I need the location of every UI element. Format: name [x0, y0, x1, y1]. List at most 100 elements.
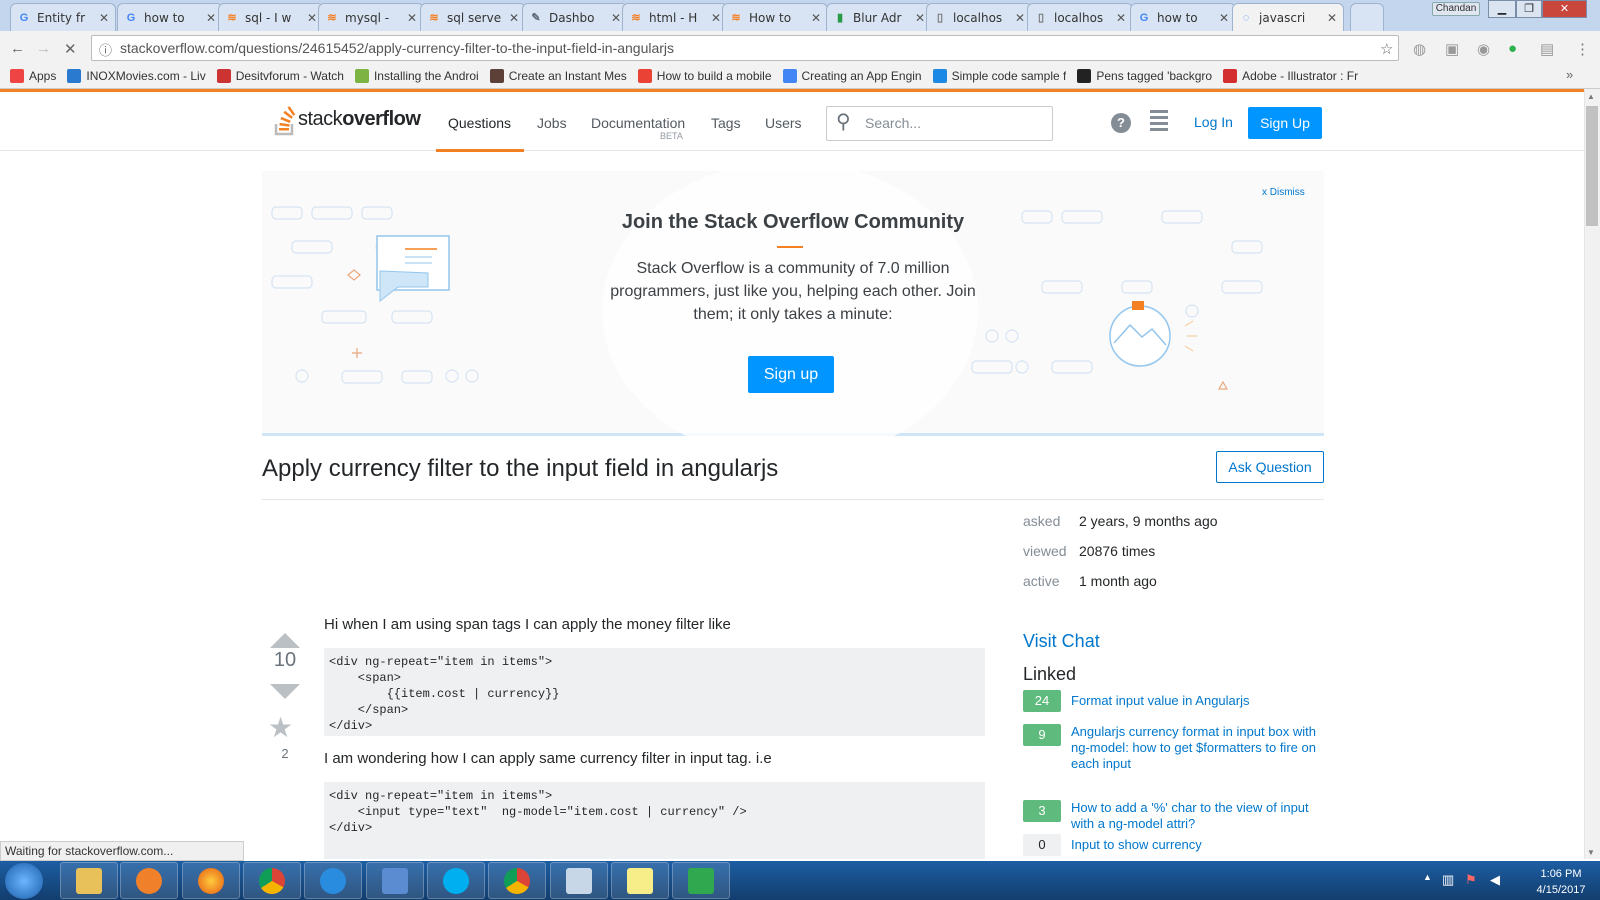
- stackoverflow-logo-text[interactable]: stackoverflow: [298, 108, 421, 131]
- stop-loading-icon[interactable]: ✕: [64, 40, 77, 58]
- linked-title[interactable]: Format input value in Angularjs: [1071, 690, 1249, 712]
- nav-questions[interactable]: Questions: [448, 115, 511, 131]
- address-url[interactable]: stackoverflow.com/questions/24615452/app…: [120, 40, 674, 56]
- action-center-icon[interactable]: ⚑: [1465, 872, 1477, 888]
- profile-button[interactable]: Chandan: [1432, 2, 1480, 16]
- network-icon[interactable]: ▥: [1442, 872, 1454, 888]
- scroll-up-arrow-icon[interactable]: ▲: [1587, 92, 1595, 101]
- nav-tags[interactable]: Tags: [711, 115, 741, 131]
- forward-icon[interactable]: →: [36, 40, 51, 57]
- bookmark-item[interactable]: How to build a mobile: [637, 69, 772, 83]
- bookmark-item[interactable]: Create an Instant Mes: [489, 69, 627, 83]
- browser-tab[interactable]: ≋ mysql - ✕: [318, 3, 424, 31]
- tab-close-icon[interactable]: ✕: [407, 11, 417, 25]
- tab-close-icon[interactable]: ✕: [206, 11, 216, 25]
- file-explorer-icon[interactable]: [60, 862, 118, 899]
- browser-tab[interactable]: ≋ sql serve ✕: [420, 3, 526, 31]
- tab-close-icon[interactable]: ✕: [1327, 11, 1337, 25]
- browser-tab[interactable]: Ghow to ✕: [117, 3, 223, 31]
- tray-expand-icon[interactable]: ▲: [1423, 872, 1432, 882]
- internet-explorer-icon[interactable]: [304, 862, 362, 899]
- camera-extension-icon[interactable]: ◉: [1477, 40, 1490, 58]
- browser-tab[interactable]: ▯ localhos ✕: [926, 3, 1032, 31]
- dismiss-link[interactable]: x Dismiss: [1262, 187, 1305, 198]
- favorite-star-icon[interactable]: ★: [268, 711, 293, 744]
- bookmark-item[interactable]: INOXMovies.com - Liv: [67, 69, 206, 83]
- scrollbar-thumb[interactable]: [1586, 106, 1598, 226]
- linked-item[interactable]: 9 Angularjs currency format in input box …: [1023, 724, 1323, 772]
- review-queue-icon[interactable]: [1150, 110, 1168, 131]
- browser-tab[interactable]: ▯ localhos ✕: [1027, 3, 1133, 31]
- help-icon[interactable]: ?: [1111, 113, 1131, 133]
- browser-tab[interactable]: ✎ Dashbo ✕: [522, 3, 628, 31]
- upvote-arrow-icon[interactable]: [270, 633, 300, 648]
- linked-title[interactable]: Angularjs currency format in input box w…: [1071, 724, 1323, 772]
- skype-icon[interactable]: [427, 862, 485, 899]
- active-value[interactable]: 1 month ago: [1079, 573, 1157, 589]
- puzzle-extension-icon[interactable]: ▤: [1540, 40, 1554, 58]
- scroll-down-arrow-icon[interactable]: ▼: [1587, 848, 1595, 857]
- tab-close-icon[interactable]: ✕: [711, 11, 721, 25]
- login-link[interactable]: Log In: [1194, 114, 1233, 130]
- bookmark-item[interactable]: Apps: [10, 69, 56, 83]
- browser-tab[interactable]: ◌ javascri ✕: [1232, 3, 1344, 32]
- visual-studio-icon[interactable]: [672, 862, 730, 899]
- chrome-active-icon[interactable]: [488, 862, 546, 899]
- signup-button[interactable]: Sign Up: [1248, 107, 1322, 139]
- maximize-button[interactable]: ❐: [1516, 0, 1542, 18]
- sticky-notes-icon[interactable]: [611, 862, 669, 899]
- info-icon[interactable]: ⓘ: [99, 40, 112, 59]
- bookmarks-overflow-icon[interactable]: »: [1566, 67, 1573, 82]
- tab-close-icon[interactable]: ✕: [811, 11, 821, 25]
- question-title[interactable]: Apply currency filter to the input field…: [262, 455, 778, 483]
- browser-tab[interactable]: G Entity fr ✕: [10, 3, 116, 31]
- tab-close-icon[interactable]: ✕: [611, 11, 621, 25]
- bookmark-item[interactable]: Creating an App Engin: [782, 69, 922, 83]
- linked-item[interactable]: 3 How to add a '%' char to the view of in…: [1023, 800, 1323, 832]
- start-button-icon[interactable]: [5, 863, 43, 899]
- linked-title[interactable]: Input to show currency: [1071, 834, 1202, 856]
- remote-desktop-icon[interactable]: [366, 862, 424, 899]
- chrome-icon[interactable]: [243, 862, 301, 899]
- browser-tab[interactable]: Ghow to ✕: [1130, 3, 1236, 31]
- tab-close-icon[interactable]: ✕: [1219, 11, 1229, 25]
- globe-extension-icon[interactable]: ◍: [1413, 40, 1426, 58]
- tab-close-icon[interactable]: ✕: [509, 11, 519, 25]
- grammarly-extension-icon[interactable]: ▣: [1445, 40, 1459, 58]
- browser-tab[interactable]: ▮ Blur Adr ✕: [826, 3, 932, 31]
- chat-extension-icon[interactable]: ●: [1508, 40, 1517, 57]
- ask-question-button[interactable]: Ask Question: [1216, 451, 1324, 483]
- menu-icon[interactable]: ⋮: [1575, 40, 1590, 58]
- linked-title[interactable]: How to add a '%' char to the view of inp…: [1071, 800, 1323, 832]
- visit-chat-link[interactable]: Visit Chat: [1023, 631, 1100, 652]
- back-icon[interactable]: ←: [10, 40, 25, 57]
- firefox-icon[interactable]: [182, 862, 240, 899]
- nav-users[interactable]: Users: [765, 115, 802, 131]
- downvote-arrow-icon[interactable]: [270, 684, 300, 699]
- tab-close-icon[interactable]: ✕: [307, 11, 317, 25]
- bookmark-item[interactable]: Installing the Androi: [354, 69, 479, 83]
- browser-tab[interactable]: ≋ How to ✕: [722, 3, 828, 31]
- search-input[interactable]: [826, 106, 1053, 141]
- minimize-button[interactable]: ▁: [1488, 0, 1516, 18]
- volume-icon[interactable]: ◀: [1490, 872, 1500, 888]
- bookmark-item[interactable]: Adobe - Illustrator : Fr: [1223, 69, 1358, 83]
- bookmark-item[interactable]: Simple code sample f: [932, 69, 1066, 83]
- linked-item[interactable]: 24 Format input value in Angularjs: [1023, 690, 1323, 712]
- tab-close-icon[interactable]: ✕: [1116, 11, 1126, 25]
- bookmark-star-icon[interactable]: ☆: [1380, 40, 1393, 58]
- new-tab-button[interactable]: [1350, 3, 1384, 31]
- media-player-icon[interactable]: [120, 862, 178, 899]
- tab-close-icon[interactable]: ✕: [99, 11, 109, 25]
- browser-tab[interactable]: ≋ sql - I w ✕: [218, 3, 324, 31]
- tab-close-icon[interactable]: ✕: [1015, 11, 1025, 25]
- tab-close-icon[interactable]: ✕: [915, 11, 925, 25]
- close-window-button[interactable]: ✕: [1542, 0, 1587, 18]
- snipping-tool-icon[interactable]: [550, 862, 608, 899]
- bookmark-item[interactable]: Pens tagged 'backgro: [1077, 69, 1212, 83]
- bookmark-item[interactable]: Desitvforum - Watch: [216, 69, 344, 83]
- nav-jobs[interactable]: Jobs: [537, 115, 567, 131]
- linked-item[interactable]: 0 Input to show currency: [1023, 834, 1323, 856]
- browser-tab[interactable]: ≋ html - H ✕: [622, 3, 728, 31]
- nav-documentation[interactable]: Documentation: [591, 115, 685, 131]
